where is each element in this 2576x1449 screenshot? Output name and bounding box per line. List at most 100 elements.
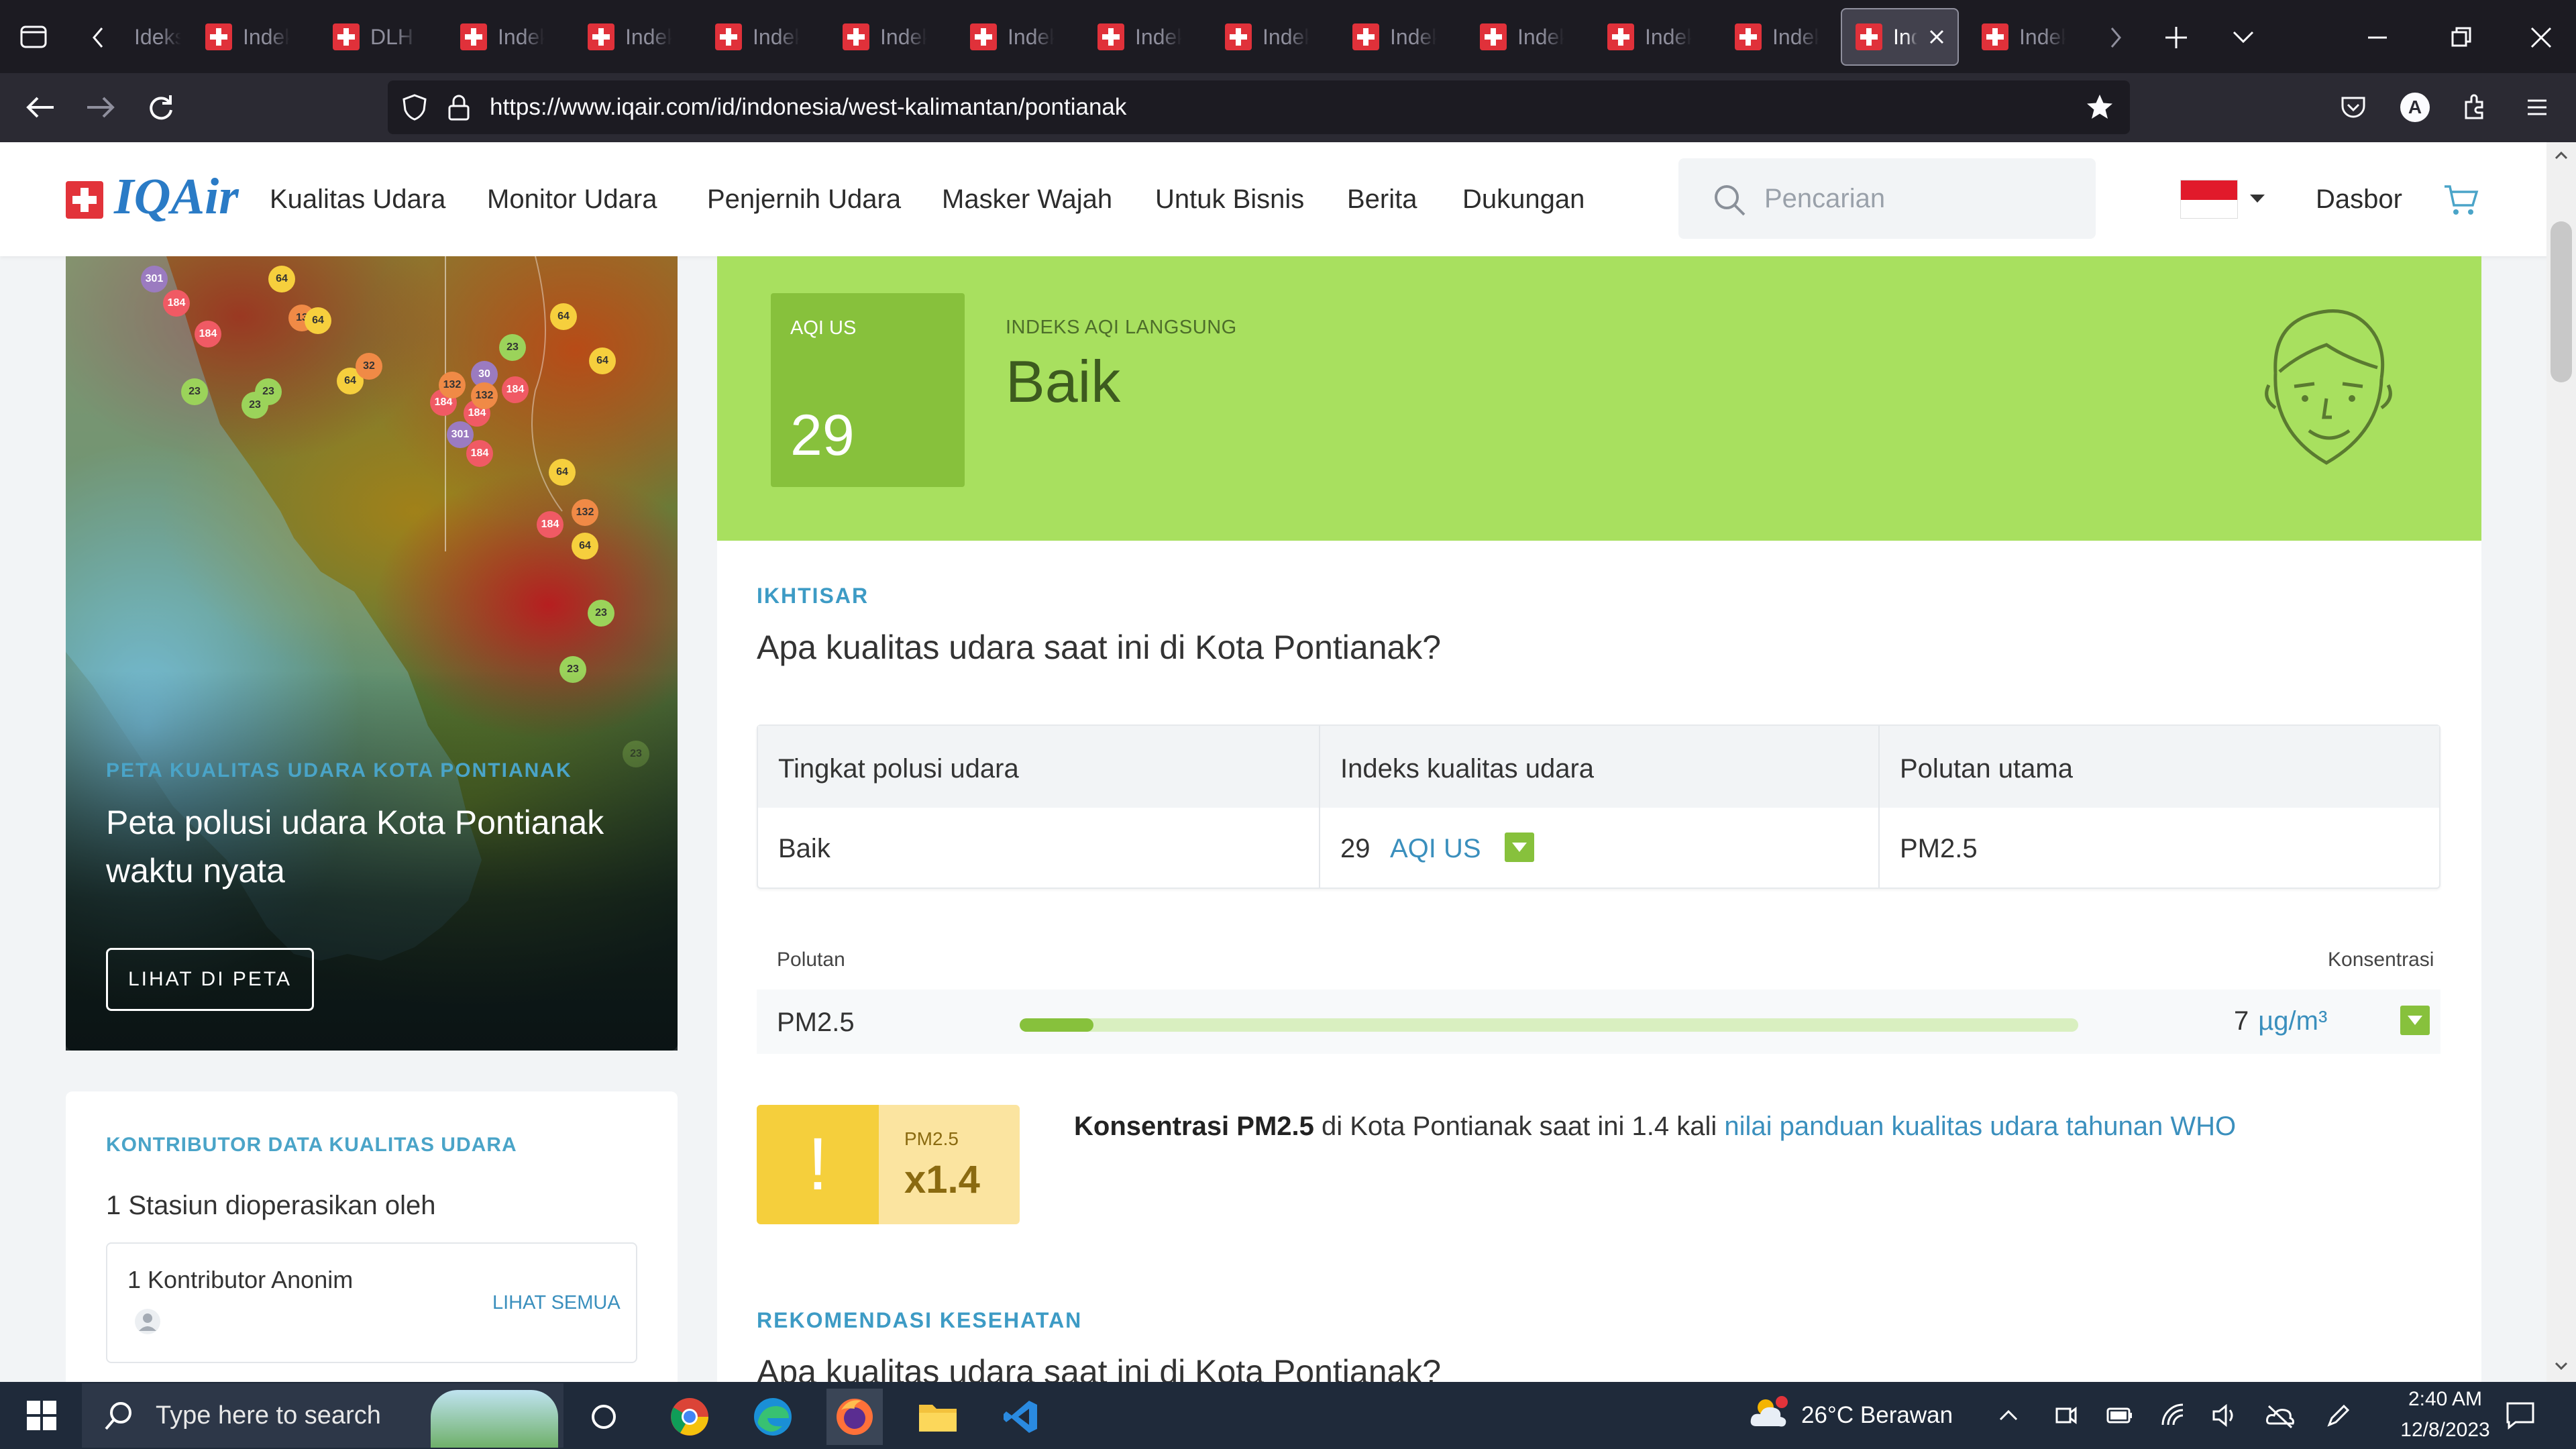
nav-business[interactable]: Untuk Bisnis — [1155, 142, 1304, 256]
edge-icon[interactable] — [745, 1389, 801, 1445]
pocket-icon[interactable] — [2339, 93, 2368, 122]
back-icon[interactable] — [24, 93, 56, 122]
volume-icon[interactable] — [2211, 1402, 2238, 1429]
minimize-icon[interactable] — [2363, 23, 2392, 52]
browser-tab[interactable]: Indeks — [1339, 8, 1460, 66]
task-view-icon[interactable] — [576, 1389, 632, 1445]
concentration-column-header: Konsentrasi — [2328, 949, 2434, 971]
nav-face-masks[interactable]: Masker Wajah — [942, 142, 1112, 256]
network-icon[interactable] — [2160, 1402, 2187, 1429]
browser-tab[interactable]: Indeks — [1212, 8, 1332, 66]
map-station-marker[interactable]: 32 — [356, 353, 382, 380]
browser-tab[interactable]: Ind — [1841, 8, 1959, 66]
restore-icon[interactable] — [2446, 23, 2475, 52]
chrome-icon[interactable] — [661, 1389, 718, 1445]
scroll-tabs-right-icon[interactable] — [2105, 24, 2125, 51]
forward-icon[interactable] — [85, 93, 117, 122]
logo-cross-icon[interactable] — [66, 181, 103, 219]
nav-support[interactable]: Dukungan — [1462, 142, 1585, 256]
new-tab-icon[interactable] — [2161, 23, 2191, 52]
browser-tab[interactable]: Indeks — [957, 8, 1077, 66]
bookmark-star-icon[interactable] — [2085, 93, 2114, 122]
map-station-marker[interactable]: 184 — [537, 511, 564, 538]
onedrive-offline-icon[interactable] — [2265, 1402, 2294, 1429]
extensions-icon[interactable] — [2461, 93, 2490, 122]
nav-air-purifiers[interactable]: Penjernih Udara — [707, 142, 901, 256]
warning-exclamation-icon: ! — [757, 1105, 879, 1224]
map-station-marker[interactable]: 132 — [439, 372, 466, 398]
map-station-marker[interactable]: 132 — [471, 382, 498, 409]
tab-overview-icon[interactable] — [19, 21, 48, 51]
map-station-marker[interactable]: 23 — [588, 600, 614, 627]
menu-icon[interactable] — [2522, 93, 2552, 122]
map-station-marker[interactable]: 23 — [241, 392, 268, 419]
browser-tab[interactable]: Indeks — [574, 8, 695, 66]
scroll-down-icon[interactable] — [2553, 1359, 2569, 1373]
taskbar-time[interactable]: 2:40 AM — [2395, 1388, 2496, 1411]
taskbar-search-box[interactable]: Type here to search — [82, 1383, 564, 1448]
language-dropdown-icon[interactable] — [2247, 192, 2267, 205]
list-all-tabs-icon[interactable] — [2229, 23, 2258, 52]
map-station-marker[interactable]: 184 — [163, 290, 190, 317]
weather-cloudy-icon[interactable] — [1747, 1393, 1791, 1432]
map-station-marker[interactable]: 64 — [305, 307, 331, 334]
battery-icon[interactable] — [2105, 1402, 2135, 1429]
map-station-marker[interactable]: 64 — [268, 266, 295, 292]
notification-center-icon[interactable] — [2505, 1401, 2536, 1430]
scroll-tabs-left-icon[interactable] — [89, 24, 109, 51]
map-station-marker[interactable]: 132 — [572, 499, 598, 526]
map-station-marker[interactable]: 64 — [549, 459, 576, 486]
map-station-marker[interactable]: 184 — [195, 321, 221, 347]
browser-tab[interactable]: Indeks — [1594, 8, 1715, 66]
url-text[interactable]: https://www.iqair.com/id/indonesia/west-… — [490, 80, 1126, 134]
cart-icon[interactable] — [2443, 182, 2479, 217]
scroll-up-icon[interactable] — [2553, 149, 2569, 162]
browser-tab[interactable]: Indeks — [702, 8, 822, 66]
weather-text[interactable]: 26°C Berawan — [1801, 1382, 1953, 1449]
browser-tab[interactable]: Indeks — [1084, 8, 1205, 66]
browser-tab[interactable]: Indeks — [447, 8, 568, 66]
map-station-marker[interactable]: 301 — [141, 266, 168, 292]
file-explorer-icon[interactable] — [910, 1389, 966, 1445]
browser-tab[interactable]: Indeks — [1968, 8, 2089, 66]
pen-workspace-icon[interactable] — [2325, 1402, 2352, 1429]
browser-tab[interactable]: DLH N — [319, 8, 440, 66]
close-tab-icon[interactable] — [1927, 27, 1947, 47]
map-station-marker[interactable]: 64 — [550, 303, 577, 330]
scrollbar-thumb[interactable] — [2551, 221, 2572, 382]
tab-title: Indeks — [753, 24, 800, 49]
windows-start-icon[interactable] — [25, 1399, 58, 1432]
nav-air-quality[interactable]: Kualitas Udara — [270, 142, 445, 256]
account-avatar[interactable]: A — [2400, 93, 2430, 122]
lock-icon[interactable] — [445, 93, 472, 122]
map-station-marker[interactable]: 184 — [466, 440, 493, 467]
show-hidden-icons-icon[interactable] — [1996, 1403, 2021, 1428]
map-station-marker[interactable]: 23 — [499, 334, 526, 361]
view-map-button[interactable]: LIHAT DI PETA — [106, 948, 314, 1011]
indonesia-flag-icon[interactable] — [2180, 180, 2238, 219]
vscode-icon[interactable] — [993, 1389, 1049, 1445]
browser-tab[interactable]: Indeks — [192, 8, 313, 66]
reload-icon[interactable] — [145, 93, 177, 122]
who-guideline-link[interactable]: nilai panduan kualitas udara tahunan WHO — [1724, 1112, 2236, 1141]
taskbar-date[interactable]: 12/8/2023 — [2395, 1419, 2496, 1442]
meet-now-icon[interactable] — [2053, 1402, 2080, 1429]
map-station-marker[interactable]: 23 — [181, 378, 208, 405]
map-station-marker[interactable]: 184 — [502, 376, 529, 403]
see-all-contributors-link[interactable]: LIHAT SEMUA — [492, 1292, 621, 1314]
map-section-title: PETA KUALITAS UDARA KOTA PONTIANAK — [106, 759, 572, 782]
browser-tab[interactable]: Indeks — [1466, 8, 1587, 66]
site-logo[interactable]: IQAir — [114, 168, 239, 226]
search-placeholder: Pencarian — [1764, 184, 1886, 213]
firefox-icon[interactable] — [826, 1389, 883, 1445]
site-search-input[interactable]: Pencarian — [1678, 158, 2096, 239]
browser-tab[interactable]: Indeks — [1721, 8, 1842, 66]
dashboard-link[interactable]: Dasbor — [2316, 142, 2402, 256]
nav-air-monitors[interactable]: Monitor Udara — [487, 142, 657, 256]
map-station-marker[interactable]: 64 — [572, 533, 598, 559]
nav-news[interactable]: Berita — [1347, 142, 1417, 256]
close-window-icon[interactable] — [2526, 23, 2556, 52]
browser-tab[interactable]: Indeks — [829, 8, 950, 66]
map-station-marker[interactable]: 64 — [589, 347, 616, 374]
tracking-protection-icon[interactable] — [400, 93, 429, 122]
